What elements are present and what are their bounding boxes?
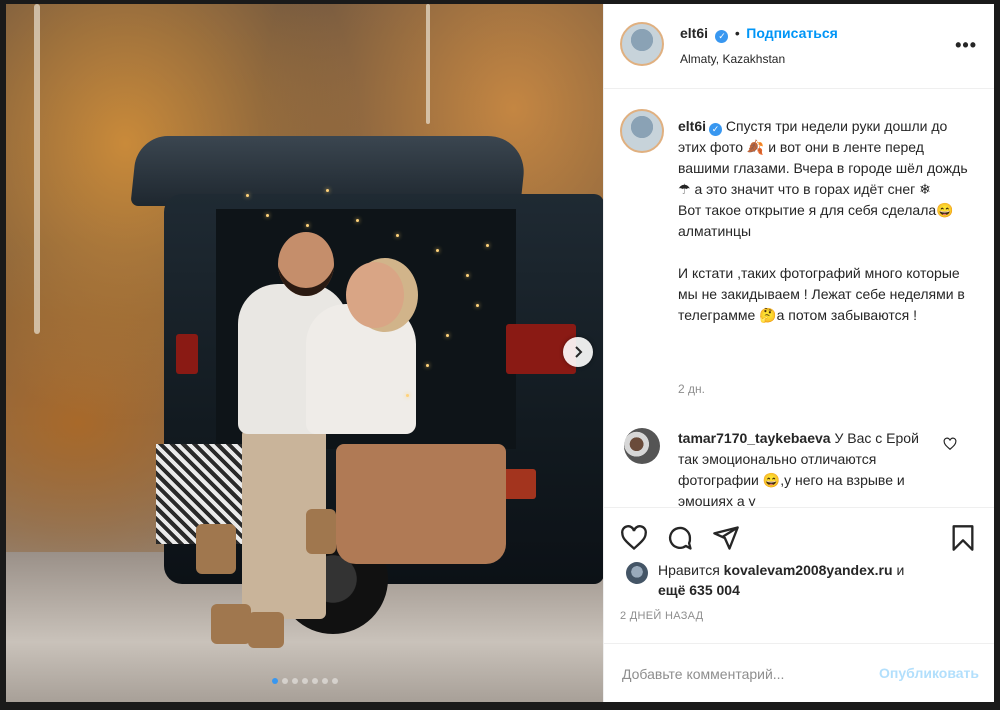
caption-text: Спустя три недели руки дошли до этих фот… [678, 118, 968, 323]
fairy-light [326, 189, 329, 192]
bookmark-icon[interactable] [949, 524, 977, 552]
like-comment-heart-icon[interactable] [943, 437, 957, 451]
post-location[interactable]: Almaty, Kazakhstan [680, 52, 785, 66]
carousel-dot [271, 678, 278, 684]
fairy-light [446, 334, 449, 337]
author-avatar[interactable] [620, 22, 664, 66]
boot [196, 524, 236, 574]
comment-input[interactable] [620, 662, 864, 686]
boot [306, 509, 336, 554]
caption: elt6i ✓ Спустя три недели руки дошли до э… [678, 116, 968, 326]
fairy-light [486, 244, 489, 247]
fairy-light [476, 304, 479, 307]
verified-badge-icon: ✓ [715, 30, 729, 43]
caption-author-avatar[interactable] [620, 109, 664, 153]
liker-avatar[interactable] [626, 562, 648, 584]
share-icon[interactable] [712, 524, 740, 552]
heart-icon[interactable] [620, 524, 648, 552]
likes-count[interactable]: ещё 635 004 [658, 582, 740, 598]
fairy-light [266, 214, 269, 217]
car-taillight [176, 334, 198, 374]
comment-username[interactable]: tamar7170_taykebaeva [678, 430, 831, 446]
fairy-light [406, 394, 409, 397]
author-username[interactable]: elt6i [680, 25, 708, 41]
caption-username[interactable]: elt6i [678, 118, 706, 134]
fairy-light [436, 249, 439, 252]
likes-summary: Нравится kovalevam2008yandex.ru и ещё 63… [658, 560, 978, 600]
boot [248, 612, 284, 648]
person-man-head [278, 232, 334, 296]
likes-prefix: Нравится [658, 562, 720, 578]
liker-username[interactable]: kovalevam2008yandex.ru [724, 562, 893, 578]
caption-timestamp[interactable]: 2 дн. [678, 382, 705, 396]
carousel-indicator [6, 678, 603, 684]
carousel-dot [301, 678, 308, 684]
chevron-right-icon [575, 346, 583, 358]
carousel-dot [331, 678, 338, 684]
add-comment-bar: Опубликовать [604, 643, 994, 702]
fairy-light [246, 194, 249, 197]
carousel-dot [311, 678, 318, 684]
publish-button[interactable]: Опубликовать [879, 665, 979, 681]
separator: • [734, 25, 740, 41]
carousel-dot [321, 678, 328, 684]
next-photo-button[interactable] [563, 337, 593, 367]
comment-icon[interactable] [666, 524, 694, 552]
brown-blanket [336, 444, 506, 564]
post-photo[interactable] [6, 4, 603, 702]
fairy-light [466, 274, 469, 277]
author-line: elt6i ✓ • Подписаться [680, 25, 838, 43]
carousel-dot [291, 678, 298, 684]
post-header: elt6i ✓ • Подписаться Almaty, Kazakhstan… [604, 4, 994, 89]
boot [211, 604, 251, 644]
likes-conj: и [896, 562, 905, 578]
birch-trunk [34, 4, 40, 334]
fairy-light [396, 234, 399, 237]
post-dialog: elt6i ✓ • Подписаться Almaty, Kazakhstan… [6, 4, 994, 702]
commenter-avatar[interactable] [624, 428, 660, 464]
fairy-light [306, 224, 309, 227]
fairy-light [426, 364, 429, 367]
verified-badge-icon: ✓ [709, 123, 723, 136]
fairy-light [356, 219, 359, 222]
post-date[interactable]: 2 ДНЕЙ НАЗАД [620, 610, 703, 622]
follow-button[interactable]: Подписаться [746, 25, 838, 41]
person-woman-head [346, 262, 404, 328]
more-options-icon[interactable]: ••• [955, 36, 977, 54]
carousel-dot [281, 678, 288, 684]
comment: tamar7170_taykebaeva У Вас с Ерой так эм… [678, 428, 938, 506]
post-details-panel: elt6i ✓ • Подписаться Almaty, Kazakhstan… [603, 4, 994, 702]
birch-trunk [426, 4, 430, 124]
